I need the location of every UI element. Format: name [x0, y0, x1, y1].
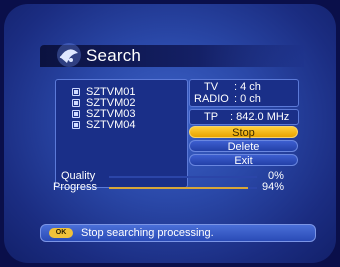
stop-button[interactable]: Stop [189, 126, 298, 139]
ok-key-icon: OK [49, 228, 73, 238]
status-message: Stop searching processing. [81, 227, 214, 239]
progress-meter-fill [109, 187, 249, 189]
exit-button[interactable]: Exit [189, 154, 298, 167]
transponder-frequency: : 842.0 MHz [230, 111, 290, 123]
radio-count-value: : 0 ch [234, 93, 261, 105]
radio-count-label: RADIO [194, 93, 229, 105]
tv-screen: Search SZTVM01 SZTVM02 SZTVM03 SZTVM04 T… [4, 4, 336, 263]
progress-label: Progress [53, 181, 98, 193]
list-item[interactable]: SZTVM04 [72, 119, 136, 131]
transponder-panel: TP : 842.0 MHz [189, 109, 299, 125]
tv-channel-icon [72, 88, 80, 96]
tv-channel-icon [72, 121, 80, 129]
tv-count-label: TV [204, 81, 219, 93]
page-title: Search [86, 46, 142, 65]
tv-channel-icon [72, 99, 80, 107]
progress-meter [109, 187, 257, 189]
tv-count-value: : 4 ch [234, 81, 261, 93]
transponder-label: TP [204, 111, 219, 123]
progress-value: 94% [262, 181, 285, 193]
channel-count-panel: TV : 4 ch RADIO : 0 ch [189, 79, 299, 107]
tv-channel-icon [72, 110, 80, 118]
delete-button[interactable]: Delete [189, 140, 298, 153]
channel-name: SZTVM04 [86, 119, 136, 131]
satellite-dish-icon [57, 43, 81, 67]
status-bar: OK Stop searching processing. [40, 224, 316, 242]
quality-meter [109, 176, 257, 178]
